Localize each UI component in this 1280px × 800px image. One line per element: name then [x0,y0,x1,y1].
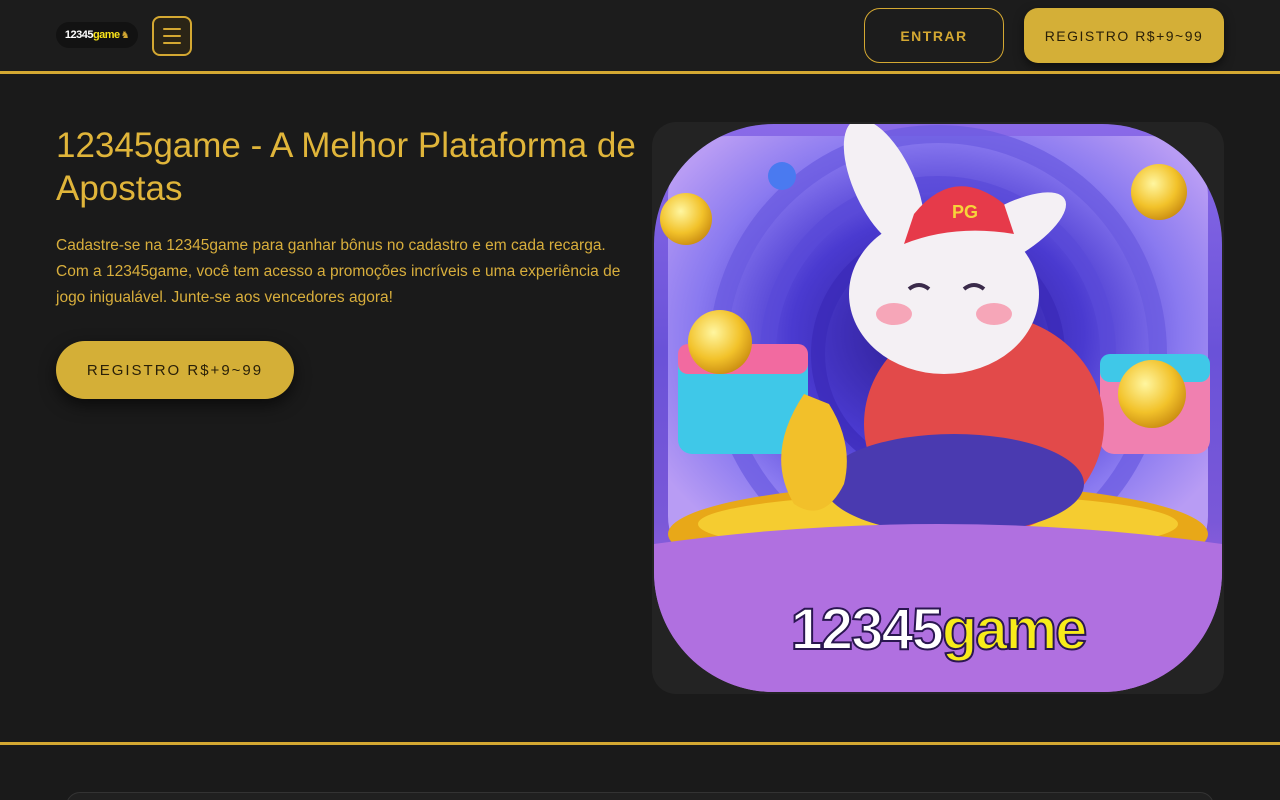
hero-game-image: PG 12345game [654,124,1222,692]
hero-image-brand-text: 12345game [790,596,1089,663]
register-button-hero[interactable]: REGISTRO R$+9~99 [56,341,294,399]
logo-rider-icon: ♞ [120,29,130,41]
hero-title: 12345game - A Melhor Plataforma de Apost… [56,126,636,208]
logo-text-game: game [92,29,120,41]
bottom-panel [66,792,1214,800]
hamburger-icon-bar [163,35,181,37]
svg-text:PG: PG [952,202,978,222]
logo-text-number: 12345 [64,29,94,41]
hamburger-icon-bar [163,28,181,30]
menu-button[interactable] [152,16,192,56]
hero-description: Cadastre-se na 12345game para ganhar bôn… [56,237,621,306]
login-button[interactable]: ENTRAR [864,8,1004,63]
header-divider [0,71,1280,74]
site-logo[interactable]: 12345 game ♞ [56,22,138,48]
section-divider [0,742,1280,745]
hamburger-icon-bar [163,42,181,44]
register-button-header[interactable]: REGISTRO R$+9~99 [1024,8,1224,63]
site-header: 12345 game ♞ ENTRAR REGISTRO R$+9~99 [0,0,1280,72]
